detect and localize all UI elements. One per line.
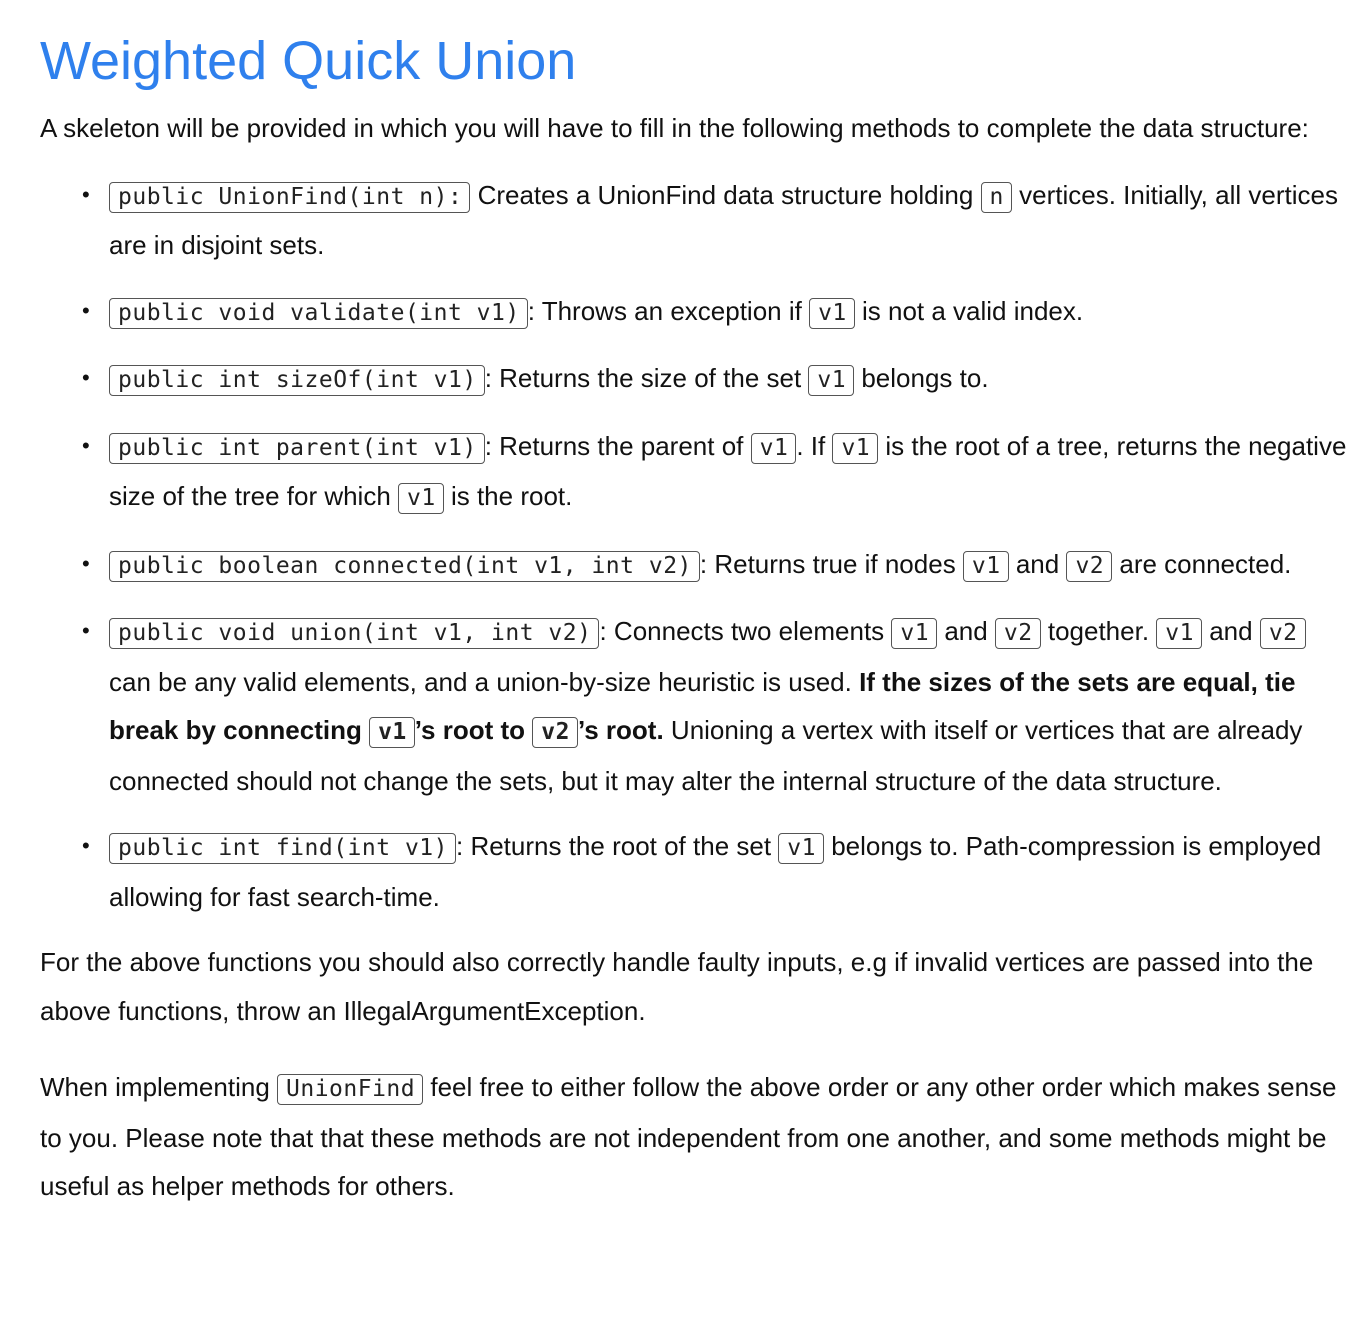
method-signature: public void union(int v1, int v2) — [109, 618, 600, 649]
inline-code: v2 — [532, 717, 578, 748]
bullet: • — [82, 618, 90, 643]
inline-code: v1 — [809, 297, 855, 329]
method-item-union: • public void union(int v1, int v2): Conn… — [82, 607, 1348, 805]
method-item-connected: • public boolean connected(int v1, int v2… — [82, 540, 1348, 591]
method-item-validate: • public void validate(int v1): Throws an… — [82, 287, 1348, 338]
inline-code: v1 — [778, 833, 824, 864]
method-signature: public boolean connected(int v1, int v2) — [109, 550, 700, 582]
inline-code: v2 — [994, 618, 1041, 649]
method-signature: public int find(int v1) — [109, 833, 456, 864]
method-item-find: • public int find(int v1): Returns the ro… — [82, 822, 1348, 921]
method-item-parent: • public int parent(int v1): Returns the … — [82, 422, 1348, 523]
inline-code: v1 — [398, 483, 444, 514]
inline-code: v1 — [808, 365, 855, 396]
bullet: • — [82, 297, 90, 323]
method-signature: public UnionFind(int n): — [109, 181, 471, 213]
inline-code: v1 — [962, 550, 1009, 582]
inline-code: v2 — [1066, 550, 1113, 582]
bullet: • — [82, 550, 90, 576]
bullet: • — [82, 833, 90, 858]
implementation-note-paragraph: When implementing UnionFind feel free to… — [40, 1072, 1337, 1201]
inline-code: v1 — [1156, 618, 1202, 649]
method-signature: public void validate(int v1) — [109, 297, 528, 329]
intro-paragraph: A skeleton will be provided in which you… — [40, 113, 1309, 143]
faulty-input-paragraph: For the above functions you should also … — [40, 947, 1314, 1026]
method-item-constructor: • public UnionFind(int n): Creates a Unio… — [82, 171, 1348, 270]
bullet: • — [82, 365, 90, 390]
bullet: • — [82, 181, 90, 207]
document: Weighted Quick Union A skeleton will be … — [0, 0, 1372, 1211]
inline-code: v1 — [832, 432, 879, 464]
inline-code: v1 — [891, 618, 938, 649]
page-title: Weighted Quick Union — [40, 31, 577, 91]
inline-code: v2 — [1259, 618, 1306, 649]
method-signature: public int sizeOf(int v1) — [109, 365, 485, 396]
method-signature: public int parent(int v1) — [109, 432, 485, 464]
method-list: • public UnionFind(int n): Creates a Unio… — [40, 171, 1348, 922]
inline-code: v1 — [750, 432, 797, 464]
inline-code: n — [980, 181, 1012, 213]
method-item-sizeof: • public int sizeOf(int v1): Returns the … — [82, 354, 1348, 405]
inline-code: v1 — [369, 717, 415, 748]
bullet: • — [82, 432, 90, 458]
inline-code: UnionFind — [277, 1074, 424, 1105]
